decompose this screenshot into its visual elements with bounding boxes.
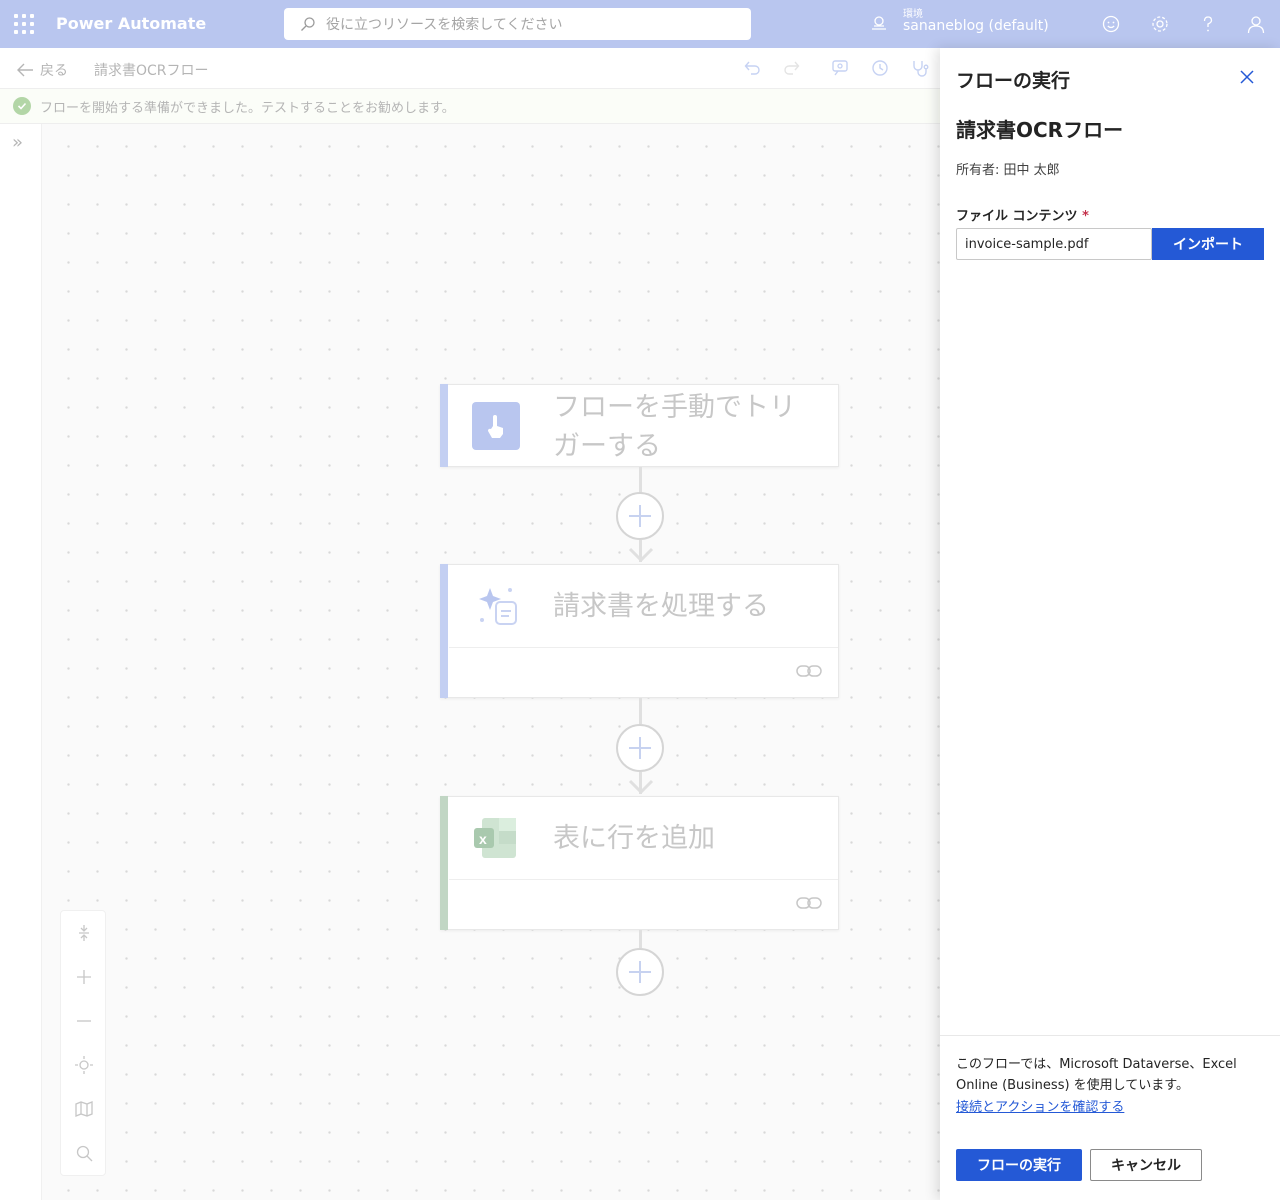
required-mark: * [1082, 209, 1089, 224]
card-divider [449, 647, 838, 648]
cancel-button[interactable]: キャンセル [1090, 1149, 1202, 1181]
owner-text: 所有者: 田中 太郎 [956, 163, 1060, 178]
excel-icon: x [472, 814, 520, 862]
center-icon[interactable] [74, 1055, 94, 1075]
notice-text: フローを開始する準備ができました。テストすることをお勧めします。 [40, 100, 455, 116]
file-content-input[interactable]: invoice-sample.pdf [956, 228, 1152, 260]
card-accent [440, 384, 448, 467]
zoom-toolbar [60, 910, 106, 1176]
history-icon[interactable] [870, 58, 890, 78]
account-icon[interactable] [1246, 14, 1266, 34]
card-accent [440, 564, 448, 698]
add-step-button[interactable] [616, 724, 664, 772]
back-button[interactable]: 戻る [16, 60, 68, 80]
search-icon [301, 17, 315, 31]
card-accent [440, 796, 448, 930]
back-arrow-icon [17, 63, 33, 77]
arrow-down-icon [628, 547, 654, 563]
panel-footer: このフローでは、Microsoft Dataverse、Excel Online… [940, 1035, 1280, 1200]
settings-icon[interactable] [1150, 14, 1170, 34]
zoom-in-icon[interactable] [74, 967, 94, 987]
trigger-card[interactable]: フローを手動でトリ ガーする [440, 384, 839, 467]
help-icon[interactable] [1198, 14, 1218, 34]
back-label: 戻る [40, 63, 68, 79]
feedback-icon[interactable] [1101, 14, 1121, 34]
arrow-down-icon [628, 779, 654, 795]
import-button[interactable]: インポート [1152, 228, 1264, 260]
connector [639, 467, 642, 493]
run-flow-button[interactable]: フローの実行 [956, 1149, 1082, 1181]
expand-icon[interactable]: » [12, 132, 23, 153]
footer-text: このフローでは、Microsoft Dataverse、Excel Online… [956, 1057, 1237, 1093]
svg-text:x: x [479, 831, 487, 847]
ai-document-icon [472, 582, 520, 630]
step-title: 請求書を処理する [553, 591, 769, 622]
step-title-line2: ガーする [553, 431, 661, 462]
touch-trigger-icon [472, 402, 520, 450]
add-row-card[interactable]: x 表に行を追加 [440, 796, 839, 930]
flow-checker-icon[interactable] [910, 58, 930, 78]
redo-icon[interactable] [782, 58, 802, 78]
connector [639, 930, 642, 948]
connector [639, 698, 642, 724]
add-step-button[interactable] [616, 948, 664, 996]
minimap-icon[interactable] [74, 1099, 94, 1119]
panel-flow-name: 請求書OCRフロー [956, 118, 1124, 142]
file-content-label-text: ファイル コンテンツ [956, 209, 1078, 224]
notice-bar: フローを開始する準備ができました。テストすることをお勧めします。 [0, 89, 940, 124]
top-bar: Power Automate 役に立つリソースを検索してください 環境 sana… [0, 0, 1280, 48]
add-step-button[interactable] [616, 492, 664, 540]
step-title-line1: フローを手動でトリ [553, 392, 796, 423]
flow-name: 請求書OCRフロー [94, 63, 209, 79]
panel-title: フローの実行 [956, 70, 1071, 92]
search-box[interactable]: 役に立つリソースを検索してください [284, 8, 751, 40]
close-icon[interactable] [1238, 68, 1256, 86]
card-divider [449, 879, 838, 880]
zoom-out-icon[interactable] [74, 1011, 94, 1031]
search-input[interactable]: 役に立つリソースを検索してください [326, 14, 562, 34]
link-icon[interactable] [796, 893, 822, 913]
search-icon[interactable] [74, 1143, 94, 1163]
check-circle-icon [13, 97, 31, 115]
left-strip: » [0, 124, 42, 1200]
copilot-icon[interactable] [830, 58, 850, 78]
process-invoice-card[interactable]: 請求書を処理する [440, 564, 839, 698]
waffle-icon[interactable] [14, 14, 34, 34]
step-title: 表に行を追加 [553, 823, 715, 854]
app-title[interactable]: Power Automate [56, 14, 206, 33]
link-icon[interactable] [796, 661, 822, 681]
undo-icon[interactable] [742, 58, 762, 78]
run-flow-panel: フローの実行 請求書OCRフロー 所有者: 田中 太郎 ファイル コンテンツ *… [940, 48, 1280, 1200]
environment-icon[interactable] [870, 14, 888, 32]
file-content-label: ファイル コンテンツ * [956, 205, 1089, 224]
environment-name[interactable]: sananeblog (default) [903, 18, 1049, 34]
review-connections-link[interactable]: 接続とアクションを確認する [956, 1096, 1124, 1115]
fit-vertical-icon[interactable] [74, 923, 94, 943]
command-bar: 戻る 請求書OCRフロー [0, 48, 940, 89]
